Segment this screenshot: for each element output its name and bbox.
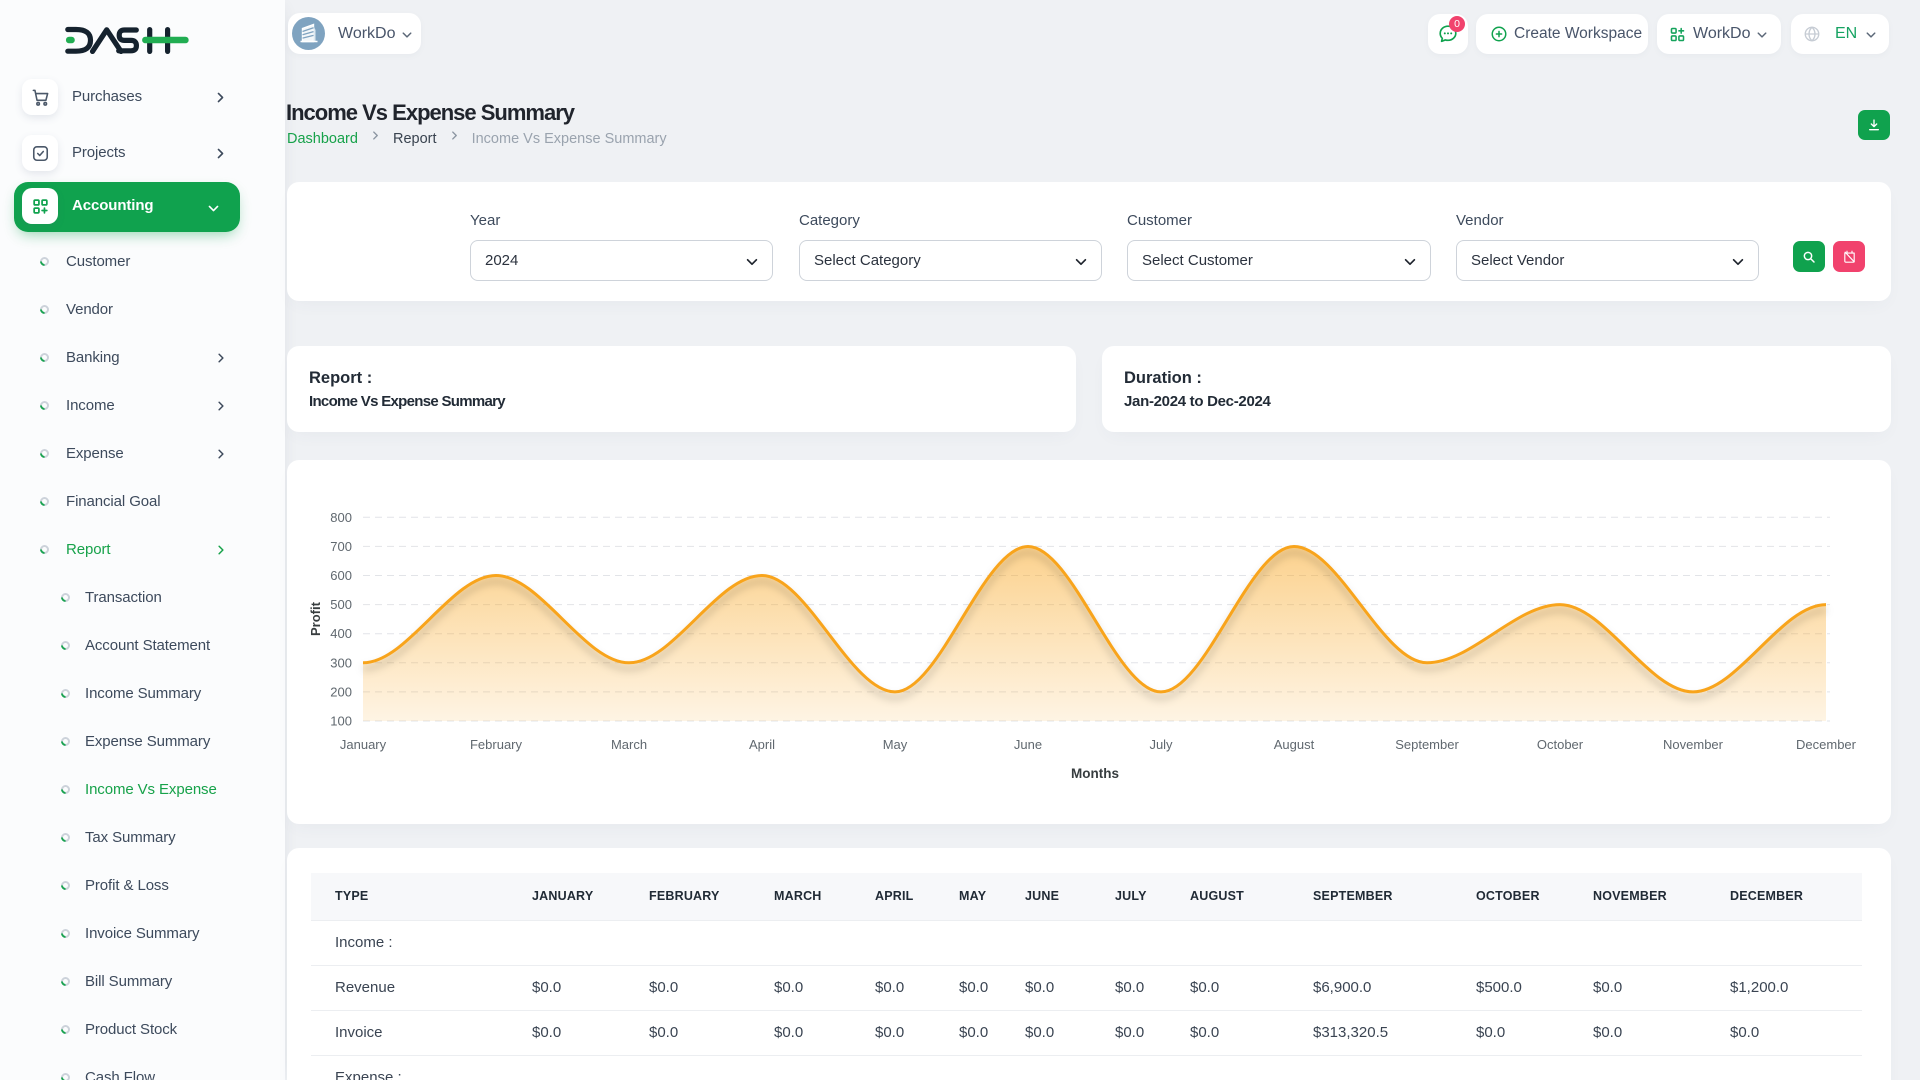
svg-text:January: January bbox=[340, 737, 387, 752]
svg-text:December: December bbox=[1796, 737, 1857, 752]
svg-text:Profit: Profit bbox=[308, 601, 323, 636]
svg-text:October: October bbox=[1537, 737, 1584, 752]
svg-text:200: 200 bbox=[330, 684, 352, 699]
svg-text:800: 800 bbox=[330, 510, 352, 525]
svg-text:400: 400 bbox=[330, 626, 352, 641]
svg-text:April: April bbox=[749, 737, 775, 752]
svg-text:July: July bbox=[1149, 737, 1173, 752]
svg-text:September: September bbox=[1395, 737, 1459, 752]
svg-text:600: 600 bbox=[330, 568, 352, 583]
svg-text:500: 500 bbox=[330, 597, 352, 612]
svg-text:June: June bbox=[1014, 737, 1042, 752]
svg-text:February: February bbox=[470, 737, 523, 752]
svg-text:November: November bbox=[1663, 737, 1724, 752]
svg-text:100: 100 bbox=[330, 714, 352, 729]
svg-text:700: 700 bbox=[330, 539, 352, 554]
svg-text:Months: Months bbox=[1071, 766, 1119, 781]
svg-text:300: 300 bbox=[330, 655, 352, 670]
svg-text:March: March bbox=[611, 737, 647, 752]
svg-text:August: August bbox=[1274, 737, 1315, 752]
svg-text:May: May bbox=[883, 737, 908, 752]
